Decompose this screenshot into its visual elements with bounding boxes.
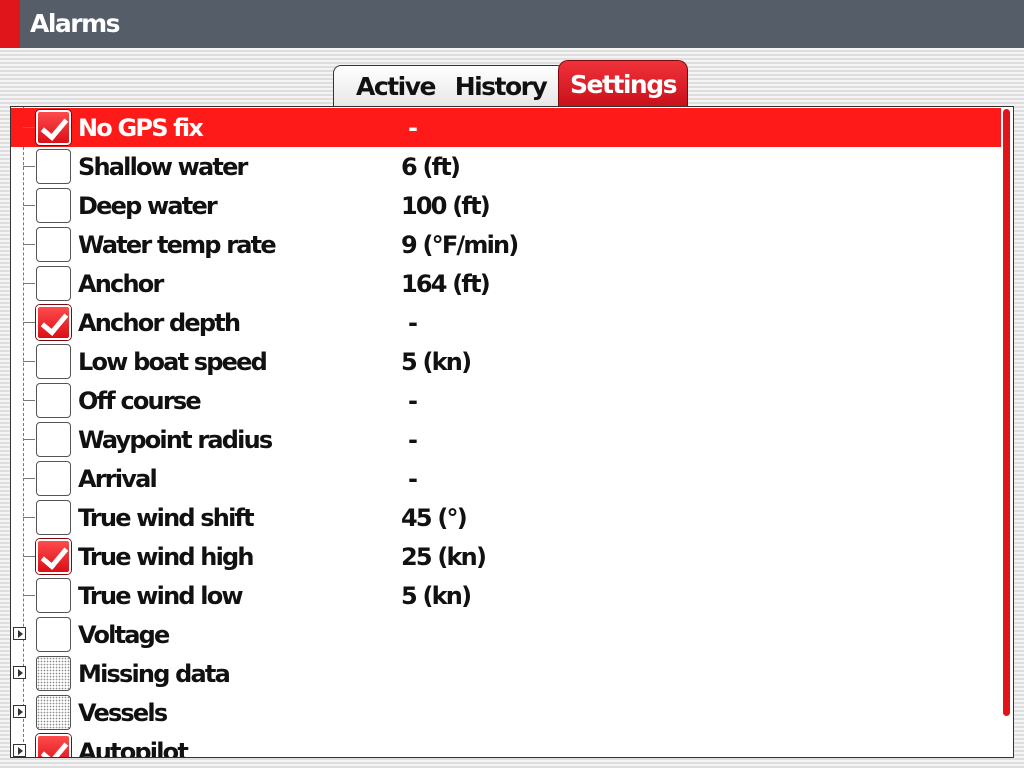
expand-arrow-icon[interactable] — [13, 666, 26, 679]
alarm-checkbox[interactable] — [36, 500, 71, 535]
alarm-label: Low boat speed — [78, 348, 268, 376]
alarm-checkbox[interactable] — [36, 227, 71, 262]
tab-settings[interactable]: Settings — [558, 60, 688, 107]
alarm-value: - — [408, 426, 418, 454]
alarm-row[interactable]: Deep water 100 (ft) — [11, 186, 1001, 225]
title-bar: Alarms — [0, 0, 1024, 48]
alarm-checkbox[interactable] — [36, 422, 71, 457]
alarm-checkbox[interactable] — [36, 734, 71, 757]
tree-branch-line — [23, 478, 35, 479]
alarm-value: - — [408, 114, 418, 142]
alarm-value: 164 (ft) — [401, 270, 491, 298]
alarm-value: 9 (°F/min) — [401, 231, 519, 259]
tree-branch-line — [23, 400, 35, 401]
alarm-checkbox[interactable] — [36, 110, 71, 145]
alarm-label: Autopilot — [78, 738, 189, 758]
alarm-checkbox[interactable] — [36, 266, 71, 301]
alarm-row[interactable]: Off course - — [11, 381, 1001, 420]
tree-branch-line — [23, 205, 35, 206]
alarm-row[interactable]: Anchor depth - — [11, 303, 1001, 342]
alarm-checkbox[interactable] — [36, 656, 71, 691]
alarm-label: Voltage — [78, 621, 170, 649]
alarm-row[interactable]: True wind shift 45 (°) — [11, 498, 1001, 537]
alarm-checkbox[interactable] — [36, 578, 71, 613]
alarm-row[interactable]: Vessels — [11, 693, 1001, 732]
alarm-label: Shallow water — [78, 153, 248, 181]
alarm-checkbox[interactable] — [36, 149, 71, 184]
alarm-value: - — [408, 387, 418, 415]
alarm-label: Water temp rate — [78, 231, 277, 259]
tree-branch-line — [23, 127, 35, 128]
alarm-checkbox[interactable] — [36, 344, 71, 379]
alarm-label: No GPS fix — [78, 114, 204, 142]
alarm-value: 25 (kn) — [401, 543, 487, 571]
alarm-row[interactable]: Low boat speed 5 (kn) — [11, 342, 1001, 381]
alarm-value: - — [408, 465, 418, 493]
alarm-row[interactable]: Missing data — [11, 654, 1001, 693]
tree-branch-line — [23, 283, 35, 284]
tree-branch-line — [23, 322, 35, 323]
scrollbar-thumb[interactable] — [1003, 109, 1010, 716]
alarm-value: 100 (ft) — [401, 192, 491, 220]
alarm-label: Anchor depth — [78, 309, 241, 337]
alarm-label: Waypoint radius — [78, 426, 273, 454]
alarm-row[interactable]: Voltage — [11, 615, 1001, 654]
alarm-value: 6 (ft) — [401, 153, 461, 181]
tree-branch-line — [23, 244, 35, 245]
alarm-settings-list: No GPS fix - Shallow water 6 (ft) Deep water… — [10, 106, 1014, 758]
tree-branch-line — [23, 439, 35, 440]
window-title: Alarms — [30, 9, 121, 38]
alarm-label: True wind low — [78, 582, 244, 610]
expand-arrow-icon[interactable] — [13, 744, 26, 757]
alarm-checkbox[interactable] — [36, 188, 71, 223]
alarm-row[interactable]: No GPS fix - — [11, 108, 1001, 147]
expand-arrow-icon[interactable] — [13, 627, 26, 640]
tree-branch-line — [23, 556, 35, 557]
alarm-row[interactable]: Water temp rate 9 (°F/min) — [11, 225, 1001, 264]
alarm-checkbox[interactable] — [36, 305, 71, 340]
alarm-row[interactable]: True wind low 5 (kn) — [11, 576, 1001, 615]
alarm-checkbox[interactable] — [36, 695, 71, 730]
alarm-label: Missing data — [78, 660, 231, 688]
tab-active[interactable]: Active — [343, 65, 448, 107]
alarm-value: - — [408, 309, 418, 337]
alarm-row[interactable]: Arrival - — [11, 459, 1001, 498]
tree-branch-line — [23, 166, 35, 167]
alarm-row[interactable]: Waypoint radius - — [11, 420, 1001, 459]
alarm-checkbox[interactable] — [36, 461, 71, 496]
alarm-label: Off course — [78, 387, 202, 415]
tree-branch-line — [23, 361, 35, 362]
title-accent-bar — [0, 0, 20, 48]
alarm-value: 5 (kn) — [401, 348, 472, 376]
alarm-label: Anchor — [78, 270, 164, 298]
alarm-label: Arrival — [78, 465, 158, 493]
alarm-label: Vessels — [78, 699, 168, 727]
expand-arrow-icon[interactable] — [13, 705, 26, 718]
alarm-label: Deep water — [78, 192, 218, 220]
alarm-row[interactable]: Autopilot — [11, 732, 1001, 758]
alarm-checkbox[interactable] — [36, 617, 71, 652]
alarm-label: True wind shift — [78, 504, 255, 532]
tab-history[interactable]: History — [448, 65, 553, 107]
alarm-checkbox[interactable] — [36, 539, 71, 574]
alarm-value: 45 (°) — [401, 504, 468, 532]
alarm-row[interactable]: True wind high 25 (kn) — [11, 537, 1001, 576]
alarm-row[interactable]: Anchor 164 (ft) — [11, 264, 1001, 303]
alarm-row[interactable]: Shallow water 6 (ft) — [11, 147, 1001, 186]
alarm-label: True wind high — [78, 543, 254, 571]
tree-branch-line — [23, 595, 35, 596]
alarm-checkbox[interactable] — [36, 383, 71, 418]
tree-branch-line — [23, 517, 35, 518]
alarm-value: 5 (kn) — [401, 582, 472, 610]
